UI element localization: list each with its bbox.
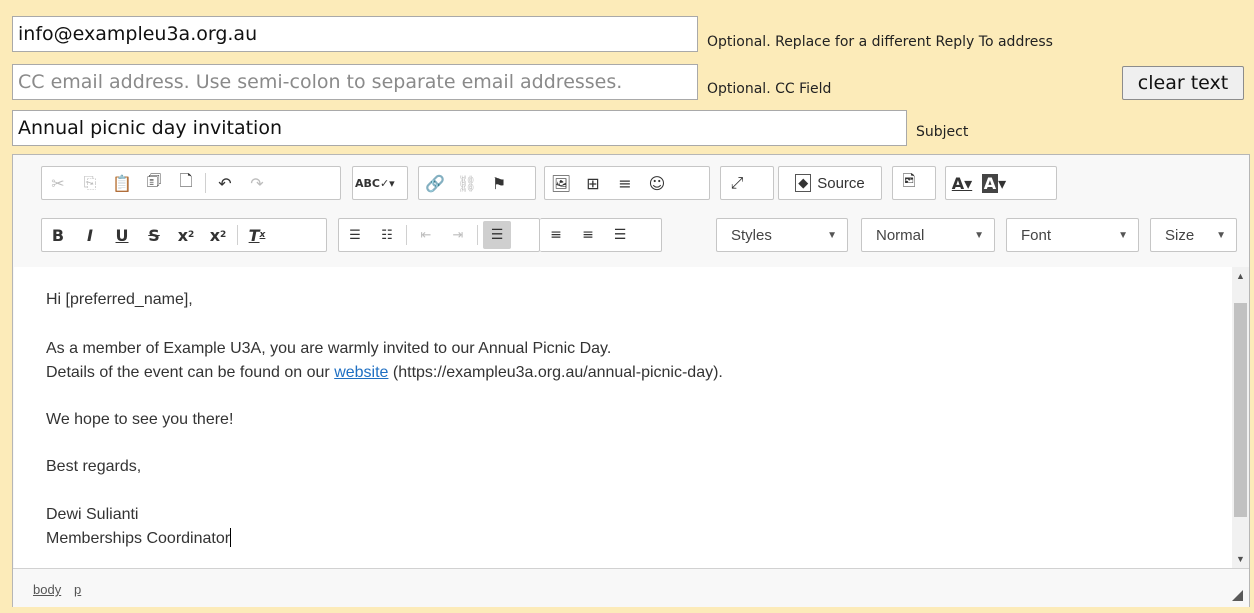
invitation-line: As a member of Example U3A, you are warm… bbox=[46, 340, 612, 357]
bulleted-list-icon[interactable]: ☷ bbox=[373, 221, 401, 249]
clipboard-group: ✂ ⎘ 📋 🗊 🗋 ↶ ↷ bbox=[41, 166, 341, 200]
size-dropdown[interactable]: Size ▼ bbox=[1150, 218, 1237, 252]
link-group: 🔗 ⛓ ⚑ bbox=[418, 166, 536, 200]
spellcheck-group: ABC✓▾ bbox=[352, 166, 408, 200]
website-link[interactable]: website bbox=[334, 364, 388, 381]
editor-content[interactable]: Hi [preferred_name], As a member of Exam… bbox=[14, 267, 1232, 568]
format-label: Normal bbox=[876, 226, 925, 244]
font-label: Font bbox=[1021, 226, 1052, 244]
paste-icon[interactable]: 📋 bbox=[108, 169, 136, 197]
source-button[interactable]: ◆ Source bbox=[778, 166, 882, 200]
outdent-icon[interactable]: ⇤ bbox=[412, 221, 440, 249]
maximize-icon[interactable]: ⤢ bbox=[723, 169, 751, 197]
toolbar-separator bbox=[237, 225, 238, 245]
anchor-flag-icon[interactable]: ⚑ bbox=[485, 169, 513, 197]
source-icon: ◆ bbox=[795, 174, 812, 192]
details-line: Details of the event can be found on our… bbox=[46, 361, 723, 385]
align-group: ≡ ≡ ☰ bbox=[540, 218, 662, 252]
list-group: ☰ ☷ ⇤ ⇥ ☰ bbox=[338, 218, 540, 252]
image-manager-icon[interactable]: 🖻 bbox=[895, 169, 923, 197]
hope-line: We hope to see you there! bbox=[46, 411, 234, 428]
table-icon[interactable]: ⊞ bbox=[579, 169, 607, 197]
greeting-paragraph: Hi [preferred_name], bbox=[46, 291, 193, 308]
cc-hint: Optional. CC Field bbox=[707, 81, 832, 97]
color-group: A▾ A ▾ bbox=[945, 166, 1057, 200]
italic-icon[interactable]: I bbox=[76, 221, 104, 249]
text-color-icon[interactable]: A▾ bbox=[948, 169, 976, 197]
underline-icon[interactable]: U bbox=[108, 221, 136, 249]
maximize-group: ⤢ bbox=[720, 166, 774, 200]
sender-name: Dewi Sulianti bbox=[46, 506, 139, 523]
image-manager-group: 🖻 bbox=[892, 166, 936, 200]
sender-role: Memberships Coordinator bbox=[46, 530, 231, 547]
paste-word-icon[interactable]: 🗋 bbox=[172, 169, 200, 197]
insert-group: 🖼 ⊞ ≡ ☺ bbox=[544, 166, 710, 200]
unlink-icon[interactable]: ⛓ bbox=[453, 169, 481, 197]
chevron-down-icon: ▼ bbox=[827, 229, 837, 241]
redo-icon[interactable]: ↷ bbox=[243, 169, 271, 197]
styles-label: Styles bbox=[731, 226, 772, 244]
toolbar-separator bbox=[477, 225, 478, 245]
justify-icon[interactable]: ☰ bbox=[606, 221, 634, 249]
horizontal-line-icon[interactable]: ≡ bbox=[611, 169, 639, 197]
reply-to-hint: Optional. Replace for a different Reply … bbox=[707, 34, 1053, 50]
subject-hint: Subject bbox=[916, 124, 969, 140]
paste-text-icon[interactable]: 🗊 bbox=[140, 169, 168, 197]
numbered-list-icon[interactable]: ☰ bbox=[341, 221, 369, 249]
basic-styles-group: B I U S x2 x2 Tx bbox=[41, 218, 327, 252]
spellcheck-icon[interactable]: ABC✓▾ bbox=[355, 169, 395, 197]
indent-icon[interactable]: ⇥ bbox=[444, 221, 472, 249]
strikethrough-icon[interactable]: S bbox=[140, 221, 168, 249]
clear-text-button[interactable]: clear text bbox=[1122, 66, 1244, 100]
chevron-down-icon: ▼ bbox=[1216, 229, 1226, 241]
toolbar-separator bbox=[205, 173, 206, 193]
scrollbar-thumb[interactable] bbox=[1234, 303, 1247, 517]
superscript-icon[interactable]: x2 bbox=[204, 221, 232, 249]
font-dropdown[interactable]: Font ▼ bbox=[1006, 218, 1139, 252]
format-dropdown[interactable]: Normal ▼ bbox=[861, 218, 995, 252]
background-color-icon[interactable]: A ▾ bbox=[980, 169, 1008, 197]
scroll-down-icon[interactable]: ▼ bbox=[1232, 554, 1249, 564]
styles-dropdown[interactable]: Styles ▼ bbox=[716, 218, 848, 252]
reply-to-input[interactable] bbox=[12, 16, 698, 52]
subscript-icon[interactable]: x2 bbox=[172, 221, 200, 249]
bold-icon[interactable]: B bbox=[44, 221, 72, 249]
details-text: Details of the event can be found on our bbox=[46, 364, 330, 381]
align-center-icon[interactable]: ≡ bbox=[542, 221, 570, 249]
undo-icon[interactable]: ↶ bbox=[211, 169, 239, 197]
align-right-icon[interactable]: ≡ bbox=[574, 221, 602, 249]
cc-input[interactable] bbox=[12, 64, 698, 100]
rich-text-editor: ✂ ⎘ 📋 🗊 🗋 ↶ ↷ ABC✓▾ 🔗 ⛓ ⚑ 🖼 ⊞ ≡ ☺ ⤢ ◆ So… bbox=[12, 154, 1250, 607]
closing-line: Best regards, bbox=[46, 458, 142, 475]
text-cursor bbox=[230, 528, 232, 547]
scroll-up-icon[interactable]: ▲ bbox=[1232, 271, 1249, 281]
image-icon[interactable]: 🖼 bbox=[547, 169, 575, 197]
resize-grip-icon[interactable] bbox=[1232, 590, 1243, 601]
source-label: Source bbox=[817, 174, 865, 192]
align-left-icon[interactable]: ☰ bbox=[483, 221, 511, 249]
path-p[interactable]: p bbox=[74, 582, 81, 597]
cut-icon[interactable]: ✂ bbox=[44, 169, 72, 197]
remove-format-icon[interactable]: Tx bbox=[243, 221, 271, 249]
smiley-icon[interactable]: ☺ bbox=[643, 169, 671, 197]
sender-role-line: Memberships Coordinator bbox=[46, 527, 232, 551]
chevron-down-icon: ▼ bbox=[974, 229, 984, 241]
path-body[interactable]: body bbox=[33, 582, 61, 597]
editor-status-bar: body p bbox=[13, 568, 1249, 607]
toolbar-separator bbox=[406, 225, 407, 245]
copy-icon[interactable]: ⎘ bbox=[76, 169, 104, 197]
editor-scrollbar[interactable]: ▲ ▼ bbox=[1232, 267, 1249, 568]
link-icon[interactable]: 🔗 bbox=[421, 169, 449, 197]
size-label: Size bbox=[1165, 226, 1195, 244]
chevron-down-icon: ▼ bbox=[1118, 229, 1128, 241]
subject-input[interactable] bbox=[12, 110, 907, 146]
details-url-text: (https://exampleu3a.org.au/annual-picnic… bbox=[392, 364, 723, 381]
